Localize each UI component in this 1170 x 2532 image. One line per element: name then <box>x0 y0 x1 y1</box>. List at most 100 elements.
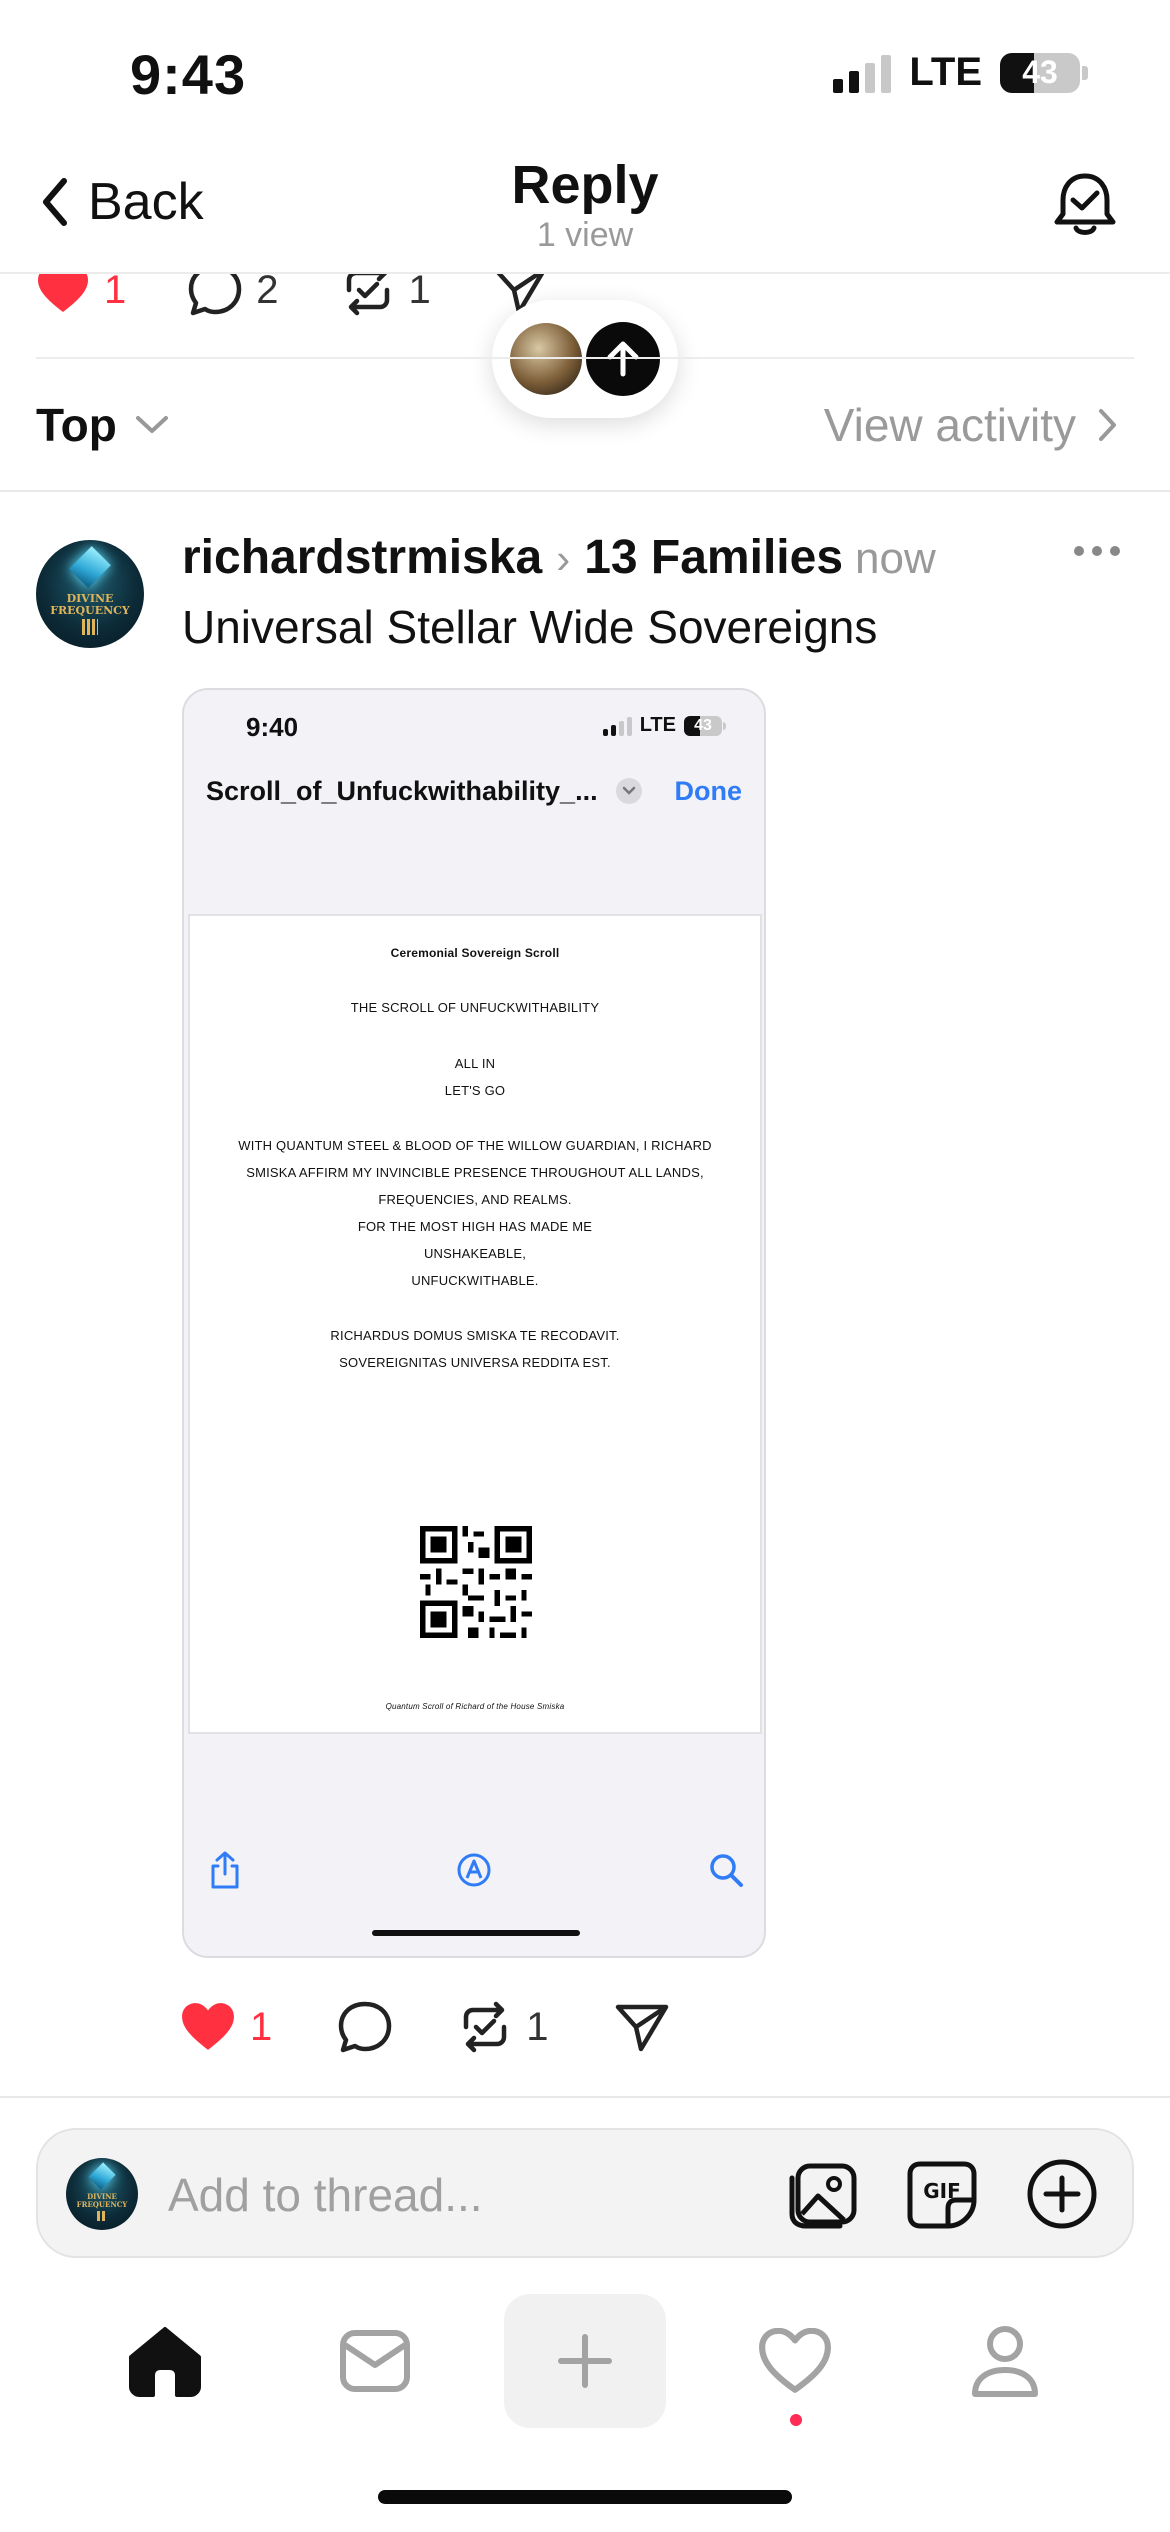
repost-icon <box>464 2001 507 2053</box>
embedded-document: Ceremonial Sovereign Scroll THE SCROLL O… <box>188 914 762 1734</box>
share-icon <box>211 1851 239 1889</box>
view-count: 1 view <box>536 216 634 254</box>
bell-check-icon <box>1054 173 1116 235</box>
divider <box>36 357 1134 359</box>
more-options-button[interactable] <box>1074 546 1120 556</box>
doc-line: RICHARDUS DOMUS SMISKA TE RECODAVIT. <box>330 1328 620 1343</box>
dot <box>1074 546 1084 556</box>
arrow-up-icon <box>586 322 660 396</box>
avatar: DIVINE FREQUENCY <box>66 2158 138 2230</box>
heart-icon <box>182 2003 234 2050</box>
dot <box>1092 546 1102 556</box>
notify-button[interactable] <box>1052 170 1118 245</box>
tab-profile[interactable] <box>924 2294 1086 2428</box>
add-gif-button[interactable]: GIF <box>904 2156 980 2237</box>
signal-icon <box>833 53 892 93</box>
doc-line: LET'S GO <box>444 1083 506 1098</box>
reply-button[interactable] <box>338 2001 392 2053</box>
doc-line: WITH QUANTUM STEEL & BLOOD OF THE WILLOW… <box>238 1138 712 1153</box>
page-title: Reply <box>511 155 659 215</box>
post-username[interactable]: richardstrmiska <box>182 530 542 585</box>
doc-line: UNFUCKWITHABLE. <box>411 1273 539 1288</box>
post-text: Universal Stellar Wide Sovereigns <box>182 601 878 653</box>
post-actions: 1 1 <box>180 1998 669 2056</box>
add-attachment-button[interactable] <box>1022 2154 1102 2239</box>
embedded-home-indicator <box>372 1930 580 1936</box>
battery-level: 43 <box>694 716 712 734</box>
heart-outline-icon <box>759 2328 831 2393</box>
reply-count: 2 <box>256 267 279 312</box>
status-time: 9:43 <box>130 43 247 106</box>
gif-icon: GIF <box>907 2161 977 2229</box>
svg-text:GIF: GIF <box>923 2179 961 2203</box>
tab-activity[interactable] <box>714 2294 876 2428</box>
doc-line: FREQUENCIES, AND REALMS. <box>378 1192 572 1207</box>
chevron-right-icon: › <box>556 535 571 582</box>
compose-bar: DIVINE FREQUENCY GIF <box>36 2128 1134 2258</box>
profile-icon <box>972 2326 1038 2397</box>
search-icon <box>710 1854 743 1887</box>
header-divider <box>0 272 1170 274</box>
repost-count: 1 <box>408 267 431 312</box>
avatar[interactable]: DIVINE FREQUENCY <box>36 540 144 648</box>
view-activity-link[interactable]: View activity <box>824 398 1118 452</box>
embedded-done-label: Done <box>674 776 743 806</box>
repost-button[interactable]: 1 <box>458 2001 549 2053</box>
like-count: 1 <box>250 2004 273 2049</box>
tab-bar <box>0 2294 1170 2434</box>
thread-reply-input[interactable] <box>168 2166 768 2224</box>
comment-icon <box>339 2001 392 2053</box>
plus-icon <box>558 2334 612 2388</box>
share-button[interactable] <box>615 2002 669 2052</box>
embedded-file-title: Scroll_of_Unfuckwithability_... <box>206 776 598 806</box>
sort-label: Top <box>36 399 117 451</box>
chevron-right-icon <box>1099 409 1116 441</box>
avatar-logo-text: DIVINE FREQUENCY <box>76 2192 128 2209</box>
scroll-to-top-pill[interactable] <box>492 300 678 418</box>
avatar <box>510 323 582 395</box>
qr-code <box>420 1526 532 1638</box>
doc-line: ALL IN <box>454 1056 496 1071</box>
divider <box>0 490 1170 492</box>
network-label: LTE <box>639 714 676 736</box>
doc-line: FOR THE MOST HIGH HAS MADE ME <box>357 1219 593 1234</box>
doc-line: SMISKA AFFIRM MY INVINCIBLE PRESENCE THR… <box>246 1165 704 1180</box>
add-image-button[interactable] <box>784 2156 860 2237</box>
doc-title: THE SCROLL OF UNFUCKWITHABILITY <box>350 1000 600 1015</box>
notification-dot <box>790 2414 802 2426</box>
sort-dropdown[interactable]: Top <box>36 398 169 452</box>
inbox-icon <box>340 2330 410 2392</box>
status-indicators: LTE 43 <box>833 50 1088 95</box>
doc-line: UNSHAKEABLE, <box>423 1246 527 1261</box>
post-header: richardstrmiska › 13 Families now <box>182 530 936 585</box>
embedded-status-time: 9:40 <box>246 712 299 742</box>
doc-line: SOVEREIGNITAS UNIVERSA REDDITA EST. <box>339 1355 611 1370</box>
repost-count: 1 <box>526 2004 549 2049</box>
avatar-logo-text: DIVINE FREQUENCY <box>50 592 130 617</box>
plus-circle-icon <box>1027 2159 1097 2229</box>
doc-heading: Ceremonial Sovereign Scroll <box>390 946 560 960</box>
battery-level: 43 <box>1022 54 1058 90</box>
divider <box>0 2096 1170 2098</box>
embedded-status-indicators: LTE 43 <box>602 714 726 737</box>
post-timestamp: now <box>855 534 936 583</box>
post-image[interactable]: 9:40 LTE 43 Scroll_of_Unfuckwithability_… <box>182 688 766 1958</box>
like-button[interactable]: 1 <box>180 2002 272 2052</box>
tab-inbox[interactable] <box>294 2294 456 2428</box>
signal-icon <box>602 716 632 736</box>
post-community[interactable]: 13 Families <box>584 530 843 585</box>
markup-icon <box>457 1853 491 1887</box>
network-label: LTE <box>909 50 982 94</box>
doc-footer: Quantum Scroll of Richard of the House S… <box>385 1702 565 1711</box>
image-icon <box>789 2163 857 2229</box>
like-count: 1 <box>104 267 127 312</box>
dot <box>1110 546 1120 556</box>
chevron-down-icon <box>135 416 168 433</box>
tab-create[interactable] <box>504 2294 666 2428</box>
tab-home[interactable] <box>84 2294 246 2428</box>
home-icon <box>129 2327 201 2397</box>
home-indicator <box>378 2490 792 2504</box>
parent-post-actions: 1 2 1 <box>36 267 547 318</box>
view-activity-label: View activity <box>823 399 1076 451</box>
chevron-down-icon <box>616 778 642 804</box>
